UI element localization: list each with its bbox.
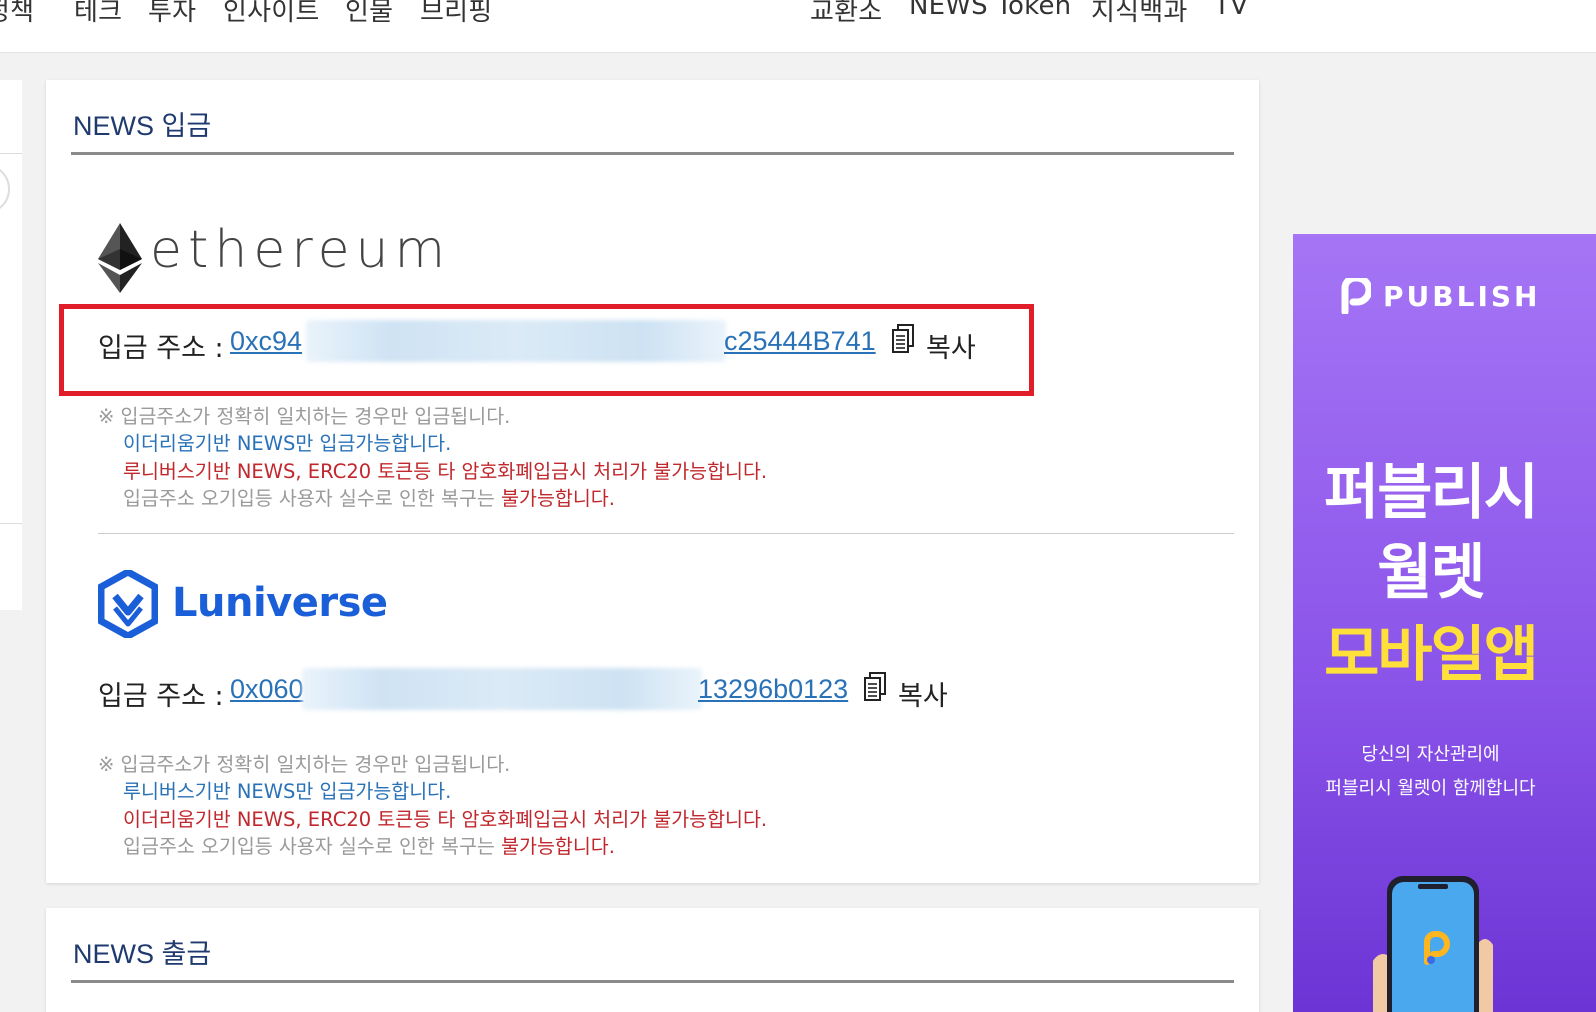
nav-item-tech[interactable]: 테크 <box>74 0 122 28</box>
ad-headline-1: 퍼블리시 <box>1324 458 1539 528</box>
deposit-title: NEWS 입금 <box>73 111 212 141</box>
nav-item-briefing[interactable]: 브리핑 <box>420 0 492 28</box>
address-label: 입금 주소 : <box>98 681 224 712</box>
ethereum-note-1: ※ 입금주소가 정확히 일치하는 경우만 입금됩니다. <box>98 405 511 428</box>
luniverse-logo-icon <box>98 570 158 638</box>
nav-item-exchange[interactable]: 교환소 <box>810 0 882 28</box>
ethereum-wordmark: ethereum <box>150 220 452 280</box>
phone-in-hand-icon <box>1373 876 1493 1012</box>
luniverse-note-1: ※ 입금주소가 정확히 일치하는 경우만 입금됩니다. <box>98 753 511 776</box>
ad-brand-name: PUBLISH <box>1383 280 1541 313</box>
news-withdraw-card: NEWS 출금 <box>46 908 1259 1012</box>
ad-brand: PUBLISH <box>1341 278 1581 314</box>
ad-subtext-2: 퍼블리시 월렛이 함께합니다 <box>1325 778 1536 799</box>
note-warning-text: 불가능합니다. <box>501 487 615 510</box>
nav-item-insight[interactable]: 인사이트 <box>223 0 319 28</box>
withdraw-title: NEWS 출금 <box>73 939 212 969</box>
section-divider <box>98 533 1234 534</box>
nav-item-encyclopedia[interactable]: 지식백과 <box>1091 0 1187 28</box>
nav-item-news-token[interactable]: NEWS Token <box>909 0 1071 21</box>
title-underline <box>71 980 1234 983</box>
luniverse-note-2: 루니버스기반 NEWS만 입금가능합니다. <box>123 780 452 803</box>
ad-headline-2: 월렛 <box>1377 538 1485 608</box>
note-text: 입금주소 오기입등 사용자 실수로 인한 복구는 <box>123 835 502 858</box>
nav-item-people[interactable]: 인물 <box>345 0 393 28</box>
luniverse-note-3: 이더리움기반 NEWS, ERC20 토큰등 타 암호화폐입금시 처리가 불가능… <box>123 808 768 831</box>
news-deposit-card: NEWS 입금 ethereum 입금 주소 : 0xc94 c25444B74… <box>46 80 1259 883</box>
luniverse-note-4: 입금주소 오기입등 사용자 실수로 인한 복구는 불가능합니다. <box>123 830 615 859</box>
copy-icon[interactable] <box>864 672 886 702</box>
luniverse-wordmark: Luniverse <box>172 580 388 626</box>
note-warning-text: 불가능합니다. <box>501 835 615 858</box>
left-sidebar-panel <box>0 80 22 610</box>
address-redacted-blur <box>302 668 702 710</box>
sidebar-divider <box>0 523 22 524</box>
luniverse-address-link-start[interactable]: 0x060 <box>230 674 304 705</box>
address-highlight-box <box>59 304 1034 396</box>
ad-headline-3: 모바일앱 <box>1324 620 1539 690</box>
note-text: 입금주소 오기입등 사용자 실수로 인한 복구는 <box>123 487 502 510</box>
sidebar-avatar-circle[interactable] <box>0 164 10 214</box>
ethereum-note-3: 루니버스기반 NEWS, ERC20 토큰등 타 암호화폐입금시 처리가 불가능… <box>123 460 768 483</box>
nav-item-invest[interactable]: 투자 <box>148 0 196 28</box>
top-navigation: 정책 테크 투자 인사이트 인물 브리핑 교환소 NEWS Token 지식백과… <box>0 0 1596 53</box>
ethereum-logo-icon <box>98 223 142 293</box>
publish-logo-icon <box>1341 278 1371 314</box>
title-underline <box>71 152 1234 155</box>
ethereum-note-2: 이더리움기반 NEWS만 입금가능합니다. <box>123 432 452 455</box>
luniverse-address-row: 입금 주소 : 0x060 13296b0123 복사 <box>98 668 998 714</box>
copy-button[interactable]: 복사 <box>898 674 948 713</box>
ad-subtext-1: 당신의 자산관리에 <box>1361 744 1500 765</box>
publish-wallet-ad-banner[interactable]: PUBLISH 퍼블리시 월렛 모바일앱 당신의 자산관리에 퍼블리시 월렛이 … <box>1293 234 1596 1012</box>
nav-item-tv[interactable]: TV <box>1214 0 1248 21</box>
ethereum-note-4: 입금주소 오기입등 사용자 실수로 인한 복구는 불가능합니다. <box>123 482 615 511</box>
nav-item-policy[interactable]: 정책 <box>0 0 34 28</box>
luniverse-address-link-end[interactable]: 13296b0123 <box>698 674 848 705</box>
sidebar-divider <box>0 153 22 154</box>
